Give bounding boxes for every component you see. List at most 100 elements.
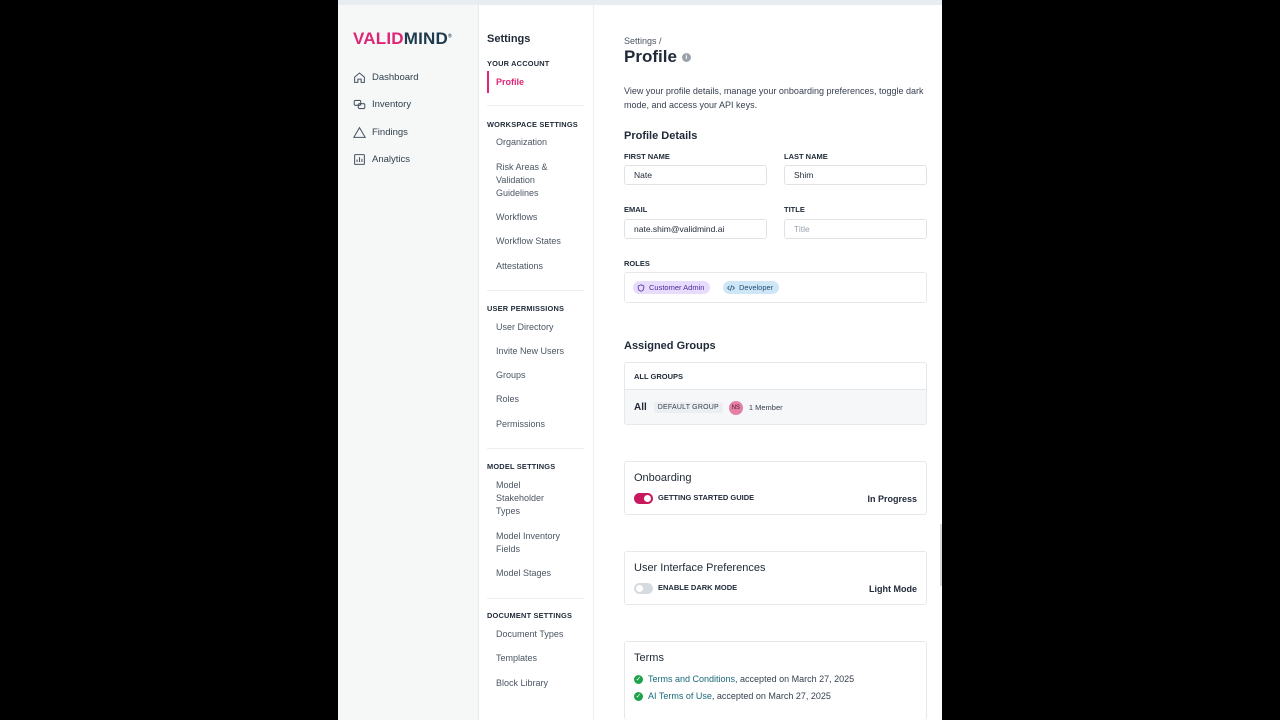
terms-heading: Terms bbox=[634, 652, 664, 664]
role-chip-developer: Developer bbox=[723, 281, 780, 294]
assigned-groups-heading: Assigned Groups bbox=[624, 340, 716, 352]
divider bbox=[487, 448, 584, 449]
member-count: 1 Member bbox=[748, 403, 783, 412]
default-group-badge: DEFAULT GROUP bbox=[653, 402, 723, 413]
main-content: Settings / Profile i View your profile d… bbox=[624, 0, 928, 720]
terms-accepted-text: , accepted on March 27, 2025 bbox=[711, 691, 831, 701]
scrollbar[interactable] bbox=[940, 524, 942, 586]
group-name: All bbox=[634, 402, 647, 413]
roles-box: Customer Admin Developer bbox=[624, 272, 927, 303]
breadcrumb[interactable]: Settings / bbox=[624, 36, 662, 46]
chart-icon bbox=[354, 153, 365, 165]
title-field[interactable]: Title bbox=[784, 219, 927, 239]
terms-link[interactable]: Terms and Conditions bbox=[648, 674, 735, 684]
home-icon bbox=[354, 71, 365, 83]
nav-label: Dashboard bbox=[372, 71, 419, 83]
dark-mode-toggle[interactable] bbox=[634, 583, 653, 594]
section-workspace-settings: WORKSPACE SETTINGS bbox=[487, 120, 578, 129]
validmind-logo[interactable]: VALIDMIND® bbox=[353, 29, 452, 49]
divider bbox=[487, 290, 584, 291]
code-icon bbox=[727, 284, 735, 291]
settings-item-profile[interactable]: Profile bbox=[496, 76, 582, 89]
settings-item-groups[interactable]: Groups bbox=[496, 369, 582, 382]
role-label: Customer Admin bbox=[649, 283, 705, 292]
getting-started-toggle[interactable] bbox=[634, 493, 653, 504]
ai-terms-link[interactable]: AI Terms of Use bbox=[648, 691, 712, 701]
theme-status: Light Mode bbox=[869, 584, 917, 594]
settings-item-organization[interactable]: Organization bbox=[496, 136, 582, 149]
email-field[interactable]: nate.shim@validmind.ai bbox=[624, 219, 767, 239]
settings-item-block-library[interactable]: Block Library bbox=[496, 677, 582, 690]
nav-label: Analytics bbox=[372, 153, 411, 165]
settings-item-document-types[interactable]: Document Types bbox=[496, 628, 582, 641]
term-item: ✓ Terms and Conditions , accepted on Mar… bbox=[634, 674, 854, 684]
shield-user-icon bbox=[637, 283, 645, 292]
toggle-knob bbox=[636, 585, 643, 592]
onboarding-card: Onboarding GETTING STARTED GUIDE In Prog… bbox=[624, 461, 927, 515]
settings-item-inventory-fields[interactable]: Model Inventory Fields bbox=[496, 530, 572, 556]
nav-item-findings[interactable]: Findings bbox=[353, 122, 408, 142]
nav-item-analytics[interactable]: Analytics bbox=[353, 149, 410, 169]
logo-text-mind: MIND bbox=[403, 29, 448, 48]
section-user-permissions: USER PERMISSIONS bbox=[487, 304, 565, 313]
ui-preferences-heading: User Interface Preferences bbox=[634, 562, 766, 574]
inventory-icon bbox=[353, 99, 366, 109]
settings-item-risk-areas[interactable]: Risk Areas & Validation Guidelines bbox=[496, 161, 566, 200]
title-label: TITLE bbox=[784, 205, 805, 214]
nav-label: Findings bbox=[372, 126, 408, 138]
dark-mode-label: ENABLE DARK MODE bbox=[658, 583, 738, 592]
settings-item-stakeholder-types[interactable]: Model Stakeholder Types bbox=[496, 479, 558, 518]
nav-item-inventory[interactable]: Inventory bbox=[353, 94, 411, 114]
section-document-settings: DOCUMENT SETTINGS bbox=[487, 611, 573, 620]
terms-accepted-text: , accepted on March 27, 2025 bbox=[735, 674, 855, 684]
onboarding-status: In Progress bbox=[867, 494, 917, 504]
term-item: ✓ AI Terms of Use , accepted on March 27… bbox=[634, 691, 831, 701]
settings-item-model-stages[interactable]: Model Stages bbox=[496, 567, 582, 580]
role-label: Developer bbox=[739, 283, 774, 292]
first-name-label: FIRST NAME bbox=[624, 152, 670, 161]
groups-table-header: ALL GROUPS bbox=[625, 363, 926, 390]
settings-item-templates[interactable]: Templates bbox=[496, 652, 582, 665]
last-name-field[interactable]: Shim bbox=[784, 165, 927, 185]
section-your-account: YOUR ACCOUNT bbox=[487, 59, 550, 68]
settings-item-permissions[interactable]: Permissions bbox=[496, 418, 582, 431]
settings-item-workflow-states[interactable]: Workflow States bbox=[496, 235, 582, 248]
roles-label: ROLES bbox=[624, 259, 650, 268]
check-icon: ✓ bbox=[634, 691, 643, 701]
settings-item-invite-users[interactable]: Invite New Users bbox=[496, 345, 582, 358]
settings-sidebar: Settings YOUR ACCOUNT Profile WORKSPACE … bbox=[479, 5, 594, 720]
active-indicator bbox=[487, 71, 489, 93]
settings-item-user-directory[interactable]: User Directory bbox=[496, 321, 582, 334]
first-name-field[interactable]: Nate bbox=[624, 165, 767, 185]
settings-item-workflows[interactable]: Workflows bbox=[496, 211, 582, 224]
email-label: EMAIL bbox=[624, 205, 648, 214]
onboarding-heading: Onboarding bbox=[634, 472, 692, 484]
nav-label: Inventory bbox=[372, 98, 412, 110]
table-row[interactable]: All DEFAULT GROUP NS 1 Member bbox=[625, 390, 926, 424]
nav-item-dashboard[interactable]: Dashboard bbox=[353, 67, 418, 87]
divider bbox=[487, 598, 584, 599]
logo-registered-mark: ® bbox=[448, 33, 452, 40]
warning-triangle-icon bbox=[353, 126, 366, 138]
page-title-row: Profile i bbox=[624, 47, 691, 67]
settings-item-roles[interactable]: Roles bbox=[496, 393, 582, 406]
settings-title: Settings bbox=[487, 33, 531, 45]
page-description: View your profile details, manage your o… bbox=[624, 86, 924, 110]
getting-started-label: GETTING STARTED GUIDE bbox=[658, 493, 755, 502]
page-title: Profile bbox=[624, 47, 677, 66]
settings-item-attestations[interactable]: Attestations bbox=[496, 260, 582, 273]
profile-details-heading: Profile Details bbox=[624, 130, 698, 142]
groups-table: ALL GROUPS All DEFAULT GROUP NS 1 Member bbox=[624, 362, 927, 425]
info-icon[interactable]: i bbox=[681, 52, 691, 62]
app-window: VALIDMIND® Dashboard Inventory Findings … bbox=[338, 0, 942, 720]
toggle-knob bbox=[644, 495, 651, 502]
avatar: NS bbox=[728, 400, 743, 415]
ui-preferences-card: User Interface Preferences ENABLE DARK M… bbox=[624, 551, 927, 605]
section-model-settings: MODEL SETTINGS bbox=[487, 462, 556, 471]
divider bbox=[487, 105, 584, 106]
role-chip-customer-admin: Customer Admin bbox=[633, 281, 711, 294]
terms-card: Terms ✓ Terms and Conditions , accepted … bbox=[624, 641, 927, 720]
check-icon: ✓ bbox=[634, 674, 643, 684]
primary-sidebar: VALIDMIND® Dashboard Inventory Findings … bbox=[338, 5, 479, 720]
logo-text-valid: VALID bbox=[353, 29, 404, 48]
